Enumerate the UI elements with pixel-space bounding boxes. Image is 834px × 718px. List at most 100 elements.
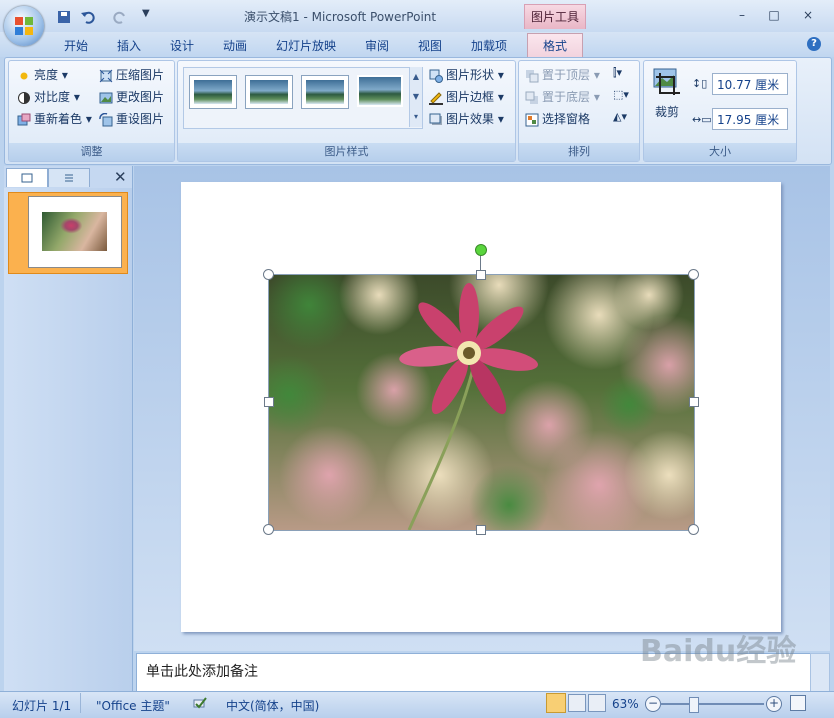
tab-outline[interactable]: [48, 168, 90, 187]
tab-view[interactable]: 视图: [418, 37, 442, 54]
recolor-button[interactable]: 重新着色 ▾: [17, 110, 92, 127]
brightness-button[interactable]: 亮度 ▾: [17, 66, 68, 83]
change-picture-button[interactable]: 更改图片: [99, 88, 164, 105]
minimize-button[interactable]: –: [734, 8, 750, 22]
fit-window-icon[interactable]: [790, 695, 806, 711]
status-theme[interactable]: "Office 主题": [96, 697, 170, 714]
bring-front-icon: [525, 69, 539, 83]
undo-icon[interactable]: [80, 9, 96, 25]
tab-design[interactable]: 设计: [170, 37, 194, 54]
group-size-label: 大小: [644, 143, 796, 161]
change-picture-label: 更改图片: [116, 90, 165, 104]
resize-handle-sw[interactable]: [263, 524, 274, 535]
zoom-slider[interactable]: [660, 703, 764, 705]
style-thumb-3[interactable]: [301, 75, 349, 109]
zoom-in-button[interactable]: +: [766, 696, 782, 712]
spellcheck-icon[interactable]: [192, 696, 208, 710]
selection-pane-icon: [525, 113, 539, 127]
send-back-icon: [525, 91, 539, 105]
compress-icon: [99, 69, 113, 83]
rotate-icon[interactable]: ◭▾: [613, 110, 627, 123]
height-icon: ↕▯: [692, 77, 708, 90]
office-logo-icon: [15, 17, 33, 35]
sorter-view-icon[interactable]: [568, 694, 586, 712]
status-language[interactable]: 中文(简体，中国): [226, 697, 319, 714]
zoom-level[interactable]: 63%: [612, 697, 639, 711]
contrast-button[interactable]: 对比度 ▾: [17, 88, 80, 105]
resize-handle-n[interactable]: [476, 270, 486, 280]
office-button[interactable]: [4, 6, 44, 46]
status-divider: [80, 693, 81, 713]
zoom-out-button[interactable]: −: [645, 696, 661, 712]
brightness-label: 亮度: [34, 68, 59, 82]
change-picture-icon: [99, 91, 113, 105]
tab-review[interactable]: 审阅: [365, 37, 389, 54]
group-adjust-label: 调整: [9, 143, 174, 161]
group-icon[interactable]: ⬚▾: [613, 88, 629, 101]
group-arrange: 置于顶层 ▾ 置于底层 ▾ 选择窗格 ⫿▾ ⬚▾ ◭▾ 排列: [518, 60, 640, 162]
close-button[interactable]: ×: [800, 8, 816, 22]
crop-button[interactable]: 裁剪: [655, 103, 679, 120]
brightness-icon: [17, 69, 31, 83]
group-picture-styles-label: 图片样式: [178, 143, 515, 161]
customize-qat[interactable]: ▼: [142, 8, 150, 19]
slideshow-view-icon[interactable]: [588, 694, 606, 712]
tab-format[interactable]: 格式: [527, 33, 583, 58]
style-thumb-4[interactable]: [357, 75, 403, 107]
resize-handle-nw[interactable]: [263, 269, 274, 280]
help-icon[interactable]: ?: [807, 37, 821, 51]
rotation-handle[interactable]: [475, 244, 487, 256]
window-title: 演示文稿1 - Microsoft PowerPoint: [244, 10, 437, 24]
picture-border-label: 图片边框: [446, 90, 495, 104]
close-pane-icon[interactable]: ✕: [114, 168, 127, 186]
reset-picture-label: 重设图片: [116, 112, 165, 126]
crop-icon[interactable]: [652, 67, 682, 97]
reset-picture-icon: [99, 112, 113, 127]
gallery-scroll[interactable]: ▲ ▼ ▾: [409, 67, 422, 127]
recolor-label: 重新着色: [34, 112, 83, 126]
notes-placeholder[interactable]: 单击此处添加备注: [146, 661, 258, 681]
tab-addins[interactable]: 加载项: [471, 37, 507, 54]
watermark-logo: Baidu经验: [640, 626, 816, 690]
rotation-line: [480, 255, 481, 271]
picture-shape-button[interactable]: 图片形状 ▾: [429, 66, 504, 83]
tab-animation[interactable]: 动画: [223, 37, 247, 54]
resize-handle-w[interactable]: [264, 397, 274, 407]
group-picture-styles: ▲ ▼ ▾ 图片形状 ▾ 图片边框 ▾ 图片效果 ▾ 图片样式: [177, 60, 516, 162]
resize-handle-ne[interactable]: [688, 269, 699, 280]
redo-icon[interactable]: [112, 9, 128, 25]
save-icon[interactable]: [56, 9, 72, 25]
align-icon[interactable]: ⫿▾: [613, 66, 622, 80]
resize-handle-s[interactable]: [476, 525, 486, 535]
bring-to-front-button[interactable]: 置于顶层 ▾: [525, 66, 600, 83]
resize-handle-se[interactable]: [688, 524, 699, 535]
tab-slideshow[interactable]: 幻灯片放映: [276, 37, 336, 54]
zoom-slider-knob[interactable]: [689, 697, 699, 713]
maximize-button[interactable]: □: [766, 8, 782, 22]
tab-insert[interactable]: 插入: [117, 37, 141, 54]
picture-effects-button[interactable]: 图片效果 ▾: [429, 110, 504, 127]
tab-slides[interactable]: [6, 168, 48, 187]
contrast-icon: [17, 91, 31, 105]
bring-to-front-label: 置于顶层: [542, 68, 591, 82]
width-icon: ↔▭: [692, 113, 712, 126]
width-field[interactable]: 17.95 厘米: [712, 108, 788, 130]
selection-pane-label: 选择窗格: [542, 112, 591, 126]
normal-view-icon[interactable]: [546, 693, 566, 713]
picture-border-button[interactable]: 图片边框 ▾: [429, 88, 504, 105]
style-thumb-1[interactable]: [189, 75, 237, 109]
send-to-back-button[interactable]: 置于底层 ▾: [525, 88, 600, 105]
height-field[interactable]: 10.77 厘米: [712, 73, 788, 95]
selection-pane-button[interactable]: 选择窗格: [525, 110, 590, 127]
slide-thumbnail[interactable]: [28, 196, 122, 268]
flower-picture[interactable]: [268, 274, 695, 531]
reset-picture-button[interactable]: 重设图片: [99, 110, 164, 127]
style-thumb-2[interactable]: [245, 75, 293, 109]
resize-handle-e[interactable]: [689, 397, 699, 407]
flower-image: [269, 275, 694, 530]
tab-home[interactable]: 开始: [64, 37, 88, 54]
group-arrange-label: 排列: [519, 143, 639, 161]
picture-shape-label: 图片形状: [446, 68, 495, 82]
contrast-label: 对比度: [34, 90, 71, 104]
compress-button[interactable]: 压缩图片: [99, 66, 164, 83]
